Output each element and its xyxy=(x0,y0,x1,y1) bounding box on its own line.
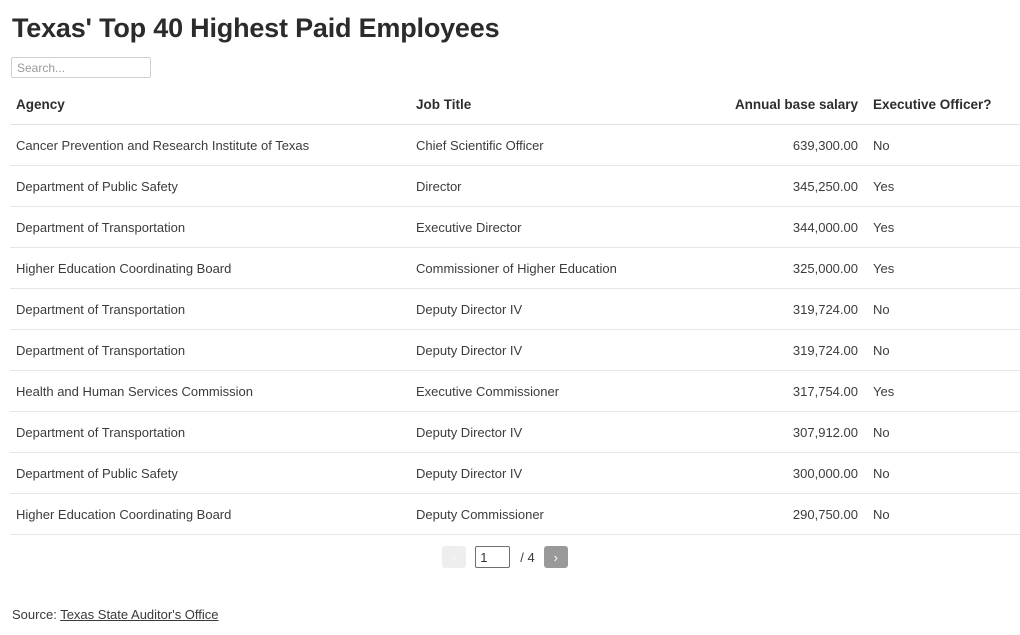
cell-salary: 639,300.00 xyxy=(695,124,864,166)
cell-executive-officer: Yes xyxy=(864,206,1020,248)
table-container: Agency Job Title Annual base salary Exec… xyxy=(10,97,1020,535)
table-row: Higher Education Coordinating Board Depu… xyxy=(10,493,1020,535)
cell-salary: 317,754.00 xyxy=(695,370,864,412)
cell-salary: 290,750.00 xyxy=(695,493,864,535)
source-line: Source: Texas State Auditor's Office xyxy=(12,607,219,622)
table-row: Department of Transportation Executive D… xyxy=(10,206,1020,248)
cell-salary: 325,000.00 xyxy=(695,247,864,289)
search-container xyxy=(10,57,1010,78)
cell-salary: 307,912.00 xyxy=(695,411,864,453)
cell-job-title: Commissioner of Higher Education xyxy=(410,247,695,289)
search-input[interactable] xyxy=(11,57,151,78)
cell-agency: Cancer Prevention and Research Institute… xyxy=(10,124,410,166)
page-root: Texas' Top 40 Highest Paid Employees Age… xyxy=(0,0,1020,635)
cell-job-title: Deputy Director IV xyxy=(410,411,695,453)
cell-agency: Department of Transportation xyxy=(10,329,410,371)
table-row: Department of Transportation Deputy Dire… xyxy=(10,411,1020,453)
cell-executive-officer: Yes xyxy=(864,370,1020,412)
table-row: Higher Education Coordinating Board Comm… xyxy=(10,247,1020,289)
table-row: Department of Transportation Deputy Dire… xyxy=(10,329,1020,371)
cell-salary: 319,724.00 xyxy=(695,329,864,371)
cell-executive-officer: No xyxy=(864,329,1020,371)
employees-table: Agency Job Title Annual base salary Exec… xyxy=(10,97,1020,535)
cell-job-title: Deputy Director IV xyxy=(410,452,695,494)
column-header-job-title[interactable]: Job Title xyxy=(410,97,695,125)
cell-executive-officer: No xyxy=(864,411,1020,453)
source-prefix-label: Source: xyxy=(12,607,57,622)
table-row: Cancer Prevention and Research Institute… xyxy=(10,124,1020,166)
cell-agency: Department of Transportation xyxy=(10,411,410,453)
cell-salary: 319,724.00 xyxy=(695,288,864,330)
cell-salary: 300,000.00 xyxy=(695,452,864,494)
total-pages-label: / 4 xyxy=(520,549,535,565)
cell-job-title: Deputy Commissioner xyxy=(410,493,695,535)
cell-job-title: Director xyxy=(410,165,695,207)
cell-agency: Department of Transportation xyxy=(10,206,410,248)
cell-executive-officer: Yes xyxy=(864,247,1020,289)
table-row: Health and Human Services Commission Exe… xyxy=(10,370,1020,412)
cell-executive-officer: No xyxy=(864,124,1020,166)
cell-job-title: Executive Director xyxy=(410,206,695,248)
source-link[interactable]: Texas State Auditor's Office xyxy=(60,607,218,622)
column-header-agency[interactable]: Agency xyxy=(10,97,410,125)
table-header-row: Agency Job Title Annual base salary Exec… xyxy=(10,97,1020,125)
table-row: Department of Transportation Deputy Dire… xyxy=(10,288,1020,330)
column-header-executive-officer[interactable]: Executive Officer? xyxy=(864,97,1020,125)
cell-agency: Department of Public Safety xyxy=(10,165,410,207)
cell-job-title: Chief Scientific Officer xyxy=(410,124,695,166)
cell-salary: 344,000.00 xyxy=(695,206,864,248)
table-header: Agency Job Title Annual base salary Exec… xyxy=(10,97,1020,125)
cell-agency: Higher Education Coordinating Board xyxy=(10,493,410,535)
page-title: Texas' Top 40 Highest Paid Employees xyxy=(12,13,500,43)
cell-executive-officer: No xyxy=(864,493,1020,535)
cell-agency: Health and Human Services Commission xyxy=(10,370,410,412)
pagination: ‹ / 4 › xyxy=(10,546,1010,568)
cell-agency: Department of Transportation xyxy=(10,288,410,330)
cell-job-title: Deputy Director IV xyxy=(410,329,695,371)
next-page-button[interactable]: › xyxy=(543,546,568,568)
cell-salary: 345,250.00 xyxy=(695,165,864,207)
previous-page-button[interactable]: ‹ xyxy=(442,546,467,568)
column-header-annual-base-salary[interactable]: Annual base salary xyxy=(695,97,864,125)
table-row: Department of Public Safety Director 345… xyxy=(10,165,1020,207)
cell-executive-officer: No xyxy=(864,452,1020,494)
cell-executive-officer: No xyxy=(864,288,1020,330)
cell-executive-officer: Yes xyxy=(864,165,1020,207)
table-row: Department of Public Safety Deputy Direc… xyxy=(10,452,1020,494)
cell-agency: Department of Public Safety xyxy=(10,452,410,494)
cell-job-title: Deputy Director IV xyxy=(410,288,695,330)
cell-agency: Higher Education Coordinating Board xyxy=(10,247,410,289)
table-body: Cancer Prevention and Research Institute… xyxy=(10,124,1020,535)
cell-job-title: Executive Commissioner xyxy=(410,370,695,412)
page-number-input[interactable] xyxy=(475,546,511,568)
